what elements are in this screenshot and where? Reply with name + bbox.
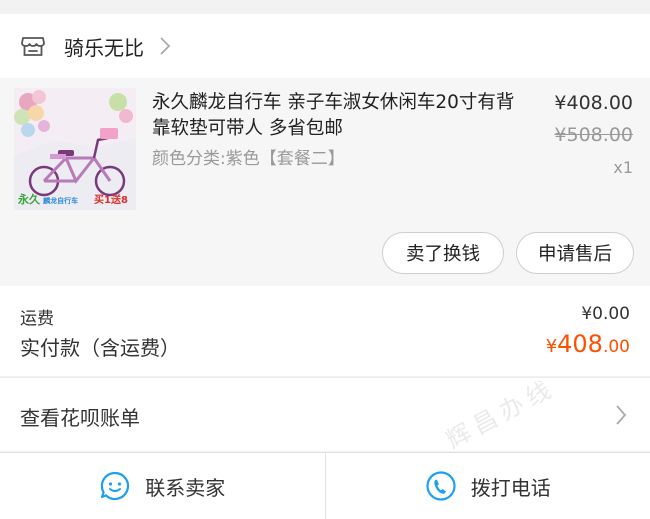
store-icon: [21, 37, 45, 56]
paid-amount: ¥408.00: [546, 330, 630, 358]
payment-summary: 运费 ¥0.00 实付款（含运费） ¥408.00: [0, 286, 650, 376]
chevron-right-icon: [160, 37, 171, 55]
thumb-sub: 麟龙自行车: [43, 197, 79, 205]
paid-currency: ¥: [545, 336, 558, 357]
shipping-label: 运费: [20, 309, 54, 329]
product-title[interactable]: 永久麟龙自行车 亲子车淑女休闲车20寸有背靠软垫可带人 多省包邮: [152, 90, 524, 142]
shipping-value: ¥0.00: [581, 304, 630, 324]
original-price: ¥508.00: [554, 124, 633, 146]
contact-seller-label: 联系卖家: [145, 475, 226, 500]
product-spec: 颜色分类:紫色【套餐二】: [152, 149, 345, 169]
contact-seller-button[interactable]: 联系卖家: [0, 453, 325, 519]
phone-icon: [426, 471, 456, 501]
quantity: x1: [613, 158, 633, 177]
shop-name: 骑乐无比: [64, 35, 144, 60]
paid-decimal: .00: [602, 337, 630, 357]
call-button[interactable]: 拨打电话: [324, 453, 650, 519]
watermark: 辉昌办线: [441, 373, 561, 455]
paid-integer: 408: [557, 330, 603, 358]
chevron-right-icon: [616, 405, 627, 425]
order-item[interactable]: 永久 麟龙自行车 买1送8 永久麟龙自行车 亲子车淑女休闲车20寸有背靠软垫可带…: [0, 78, 650, 286]
thumb-brand: 永久: [18, 193, 40, 206]
bottom-bar: 联系卖家 拨打电话: [0, 452, 650, 519]
after-sale-button[interactable]: 申请售后: [516, 232, 634, 274]
thumb-promo: 买1送8: [94, 195, 128, 206]
call-label: 拨打电话: [470, 475, 551, 500]
shop-row[interactable]: 骑乐无比: [0, 14, 650, 78]
sell-button[interactable]: 卖了换钱: [382, 232, 504, 274]
product-price: ¥408.00: [554, 92, 633, 114]
huabei-bill-row[interactable]: 查看花呗账单 辉昌办线: [0, 373, 650, 454]
top-gap: [0, 0, 650, 14]
paid-label: 实付款（含运费）: [20, 336, 180, 360]
chat-icon: [101, 471, 130, 501]
product-thumbnail[interactable]: 永久 麟龙自行车 买1送8: [14, 88, 136, 210]
bill-label: 查看花呗账单: [20, 406, 140, 430]
